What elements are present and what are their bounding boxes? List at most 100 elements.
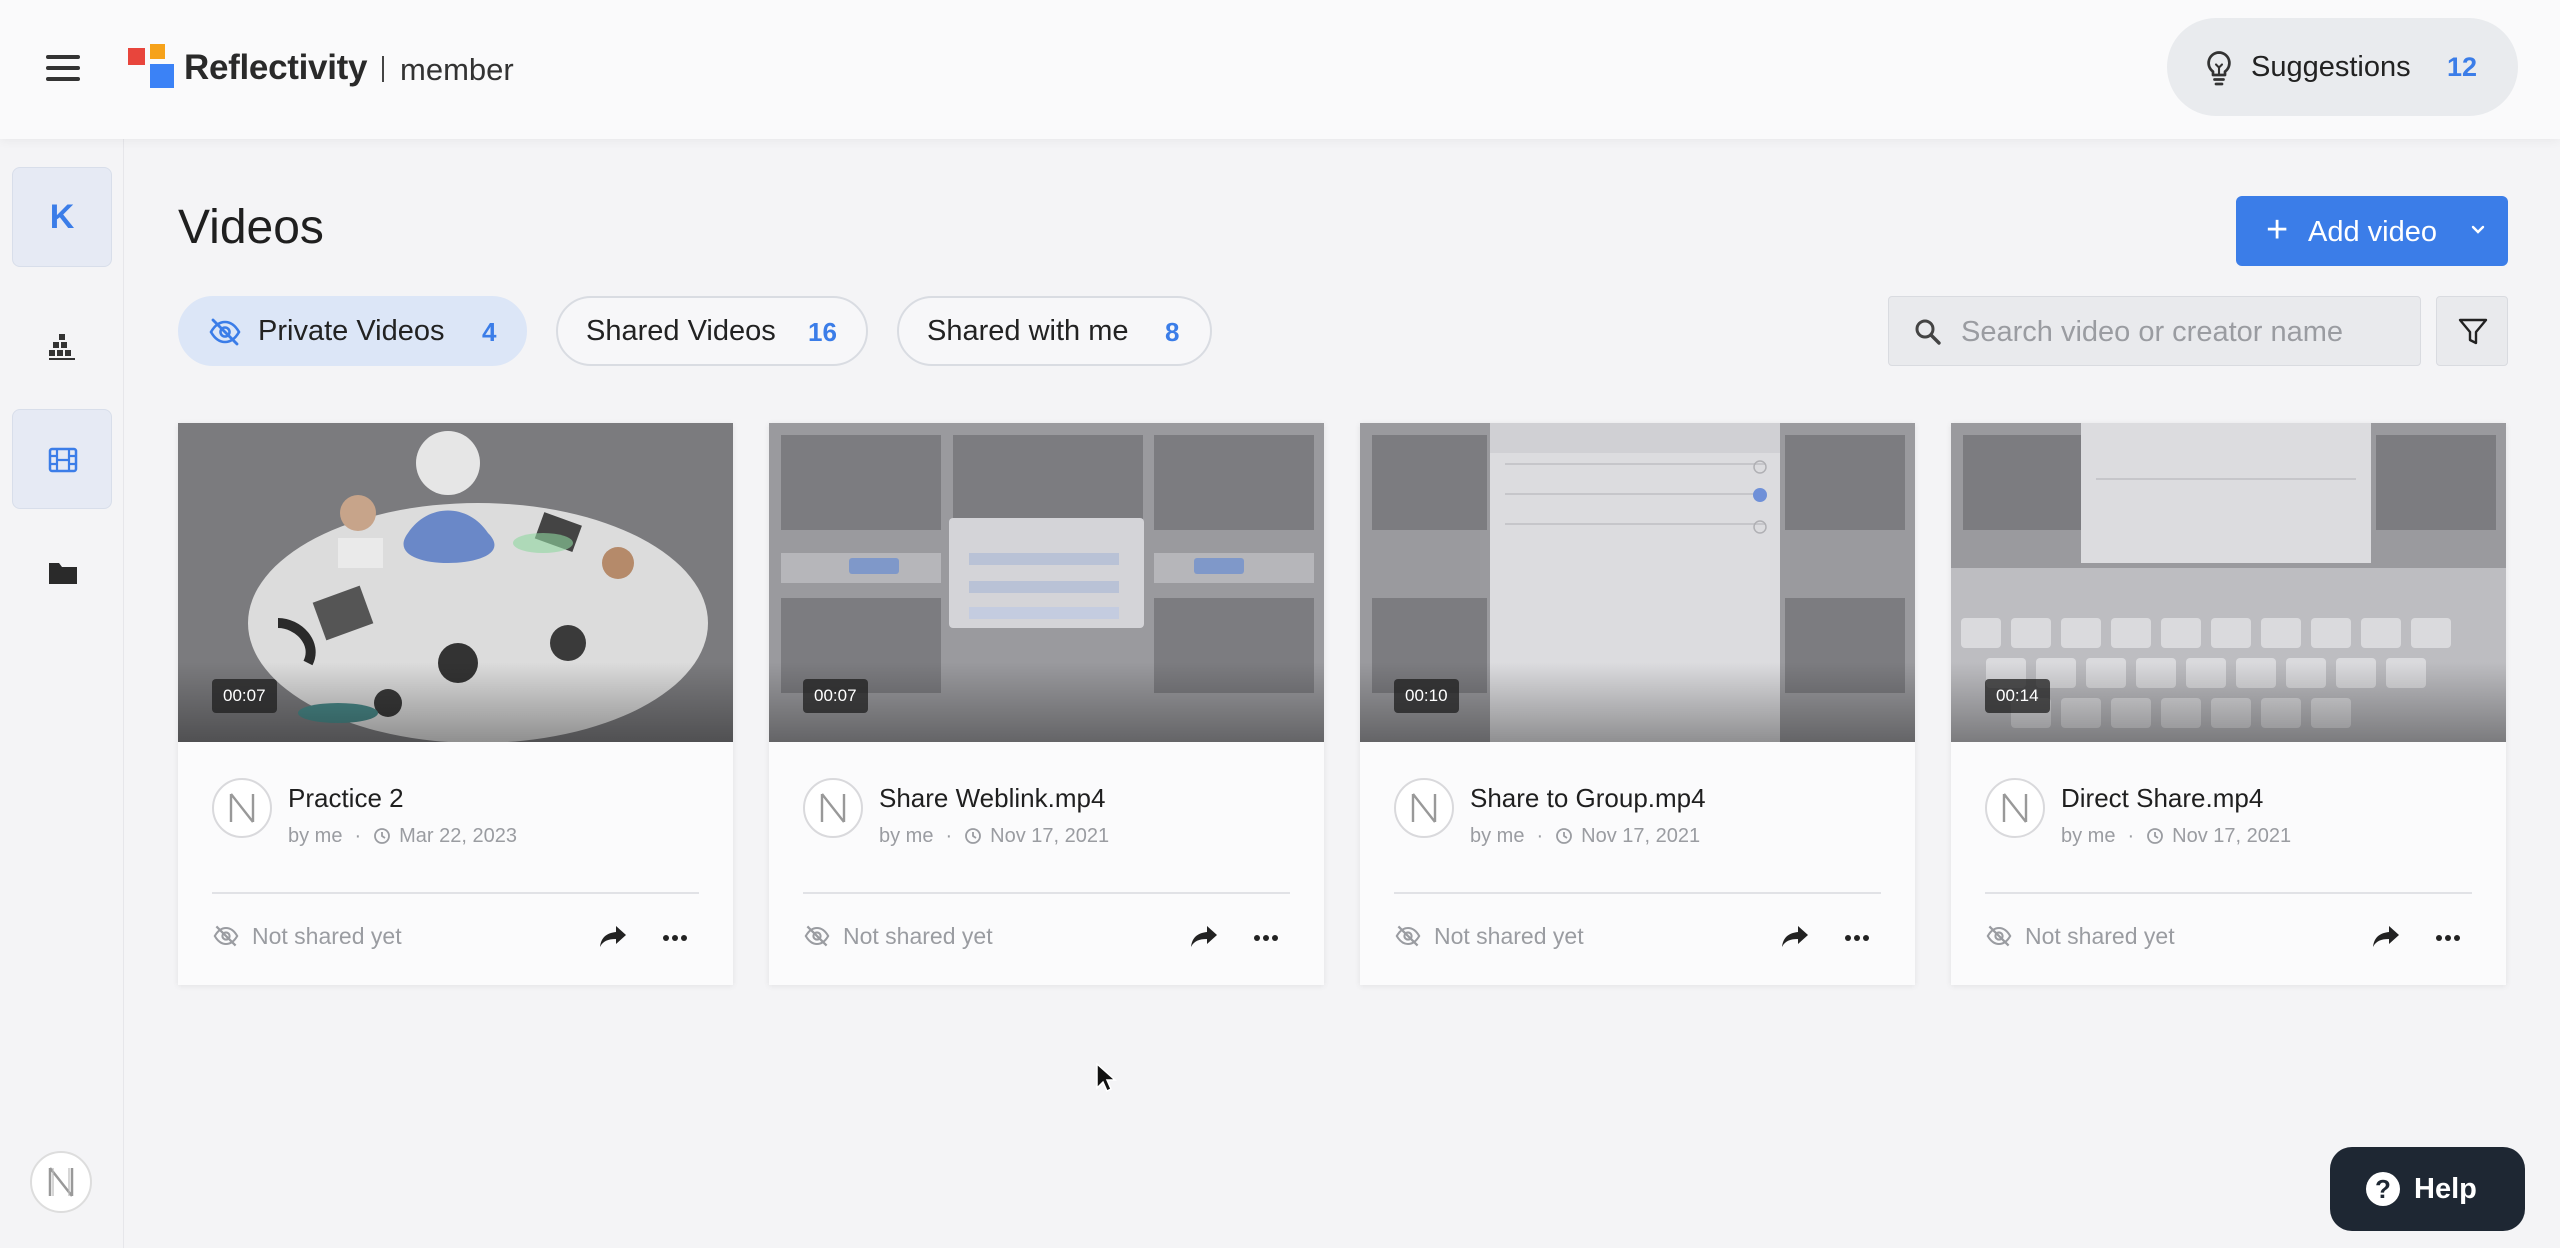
user-avatar[interactable] <box>30 1151 92 1213</box>
video-creator: by me <box>879 825 934 847</box>
help-label: Help <box>2414 1173 2477 1205</box>
tab-count: 8 <box>1165 317 1180 347</box>
video-title[interactable]: Direct Share.mp4 <box>2061 783 2263 814</box>
plus-icon: + <box>2266 209 2289 251</box>
suggestions-label: Suggestions <box>2251 51 2411 83</box>
sidebar-item-videos[interactable] <box>12 409 112 509</box>
eye-off-icon <box>1395 925 1421 947</box>
video-duration: 00:10 <box>1394 679 1459 713</box>
search-icon <box>1915 319 1941 345</box>
share-status-label: Not shared yet <box>252 923 402 949</box>
divider <box>803 892 1290 894</box>
tab-label: Private Videos <box>258 315 445 347</box>
clock-icon <box>374 828 391 844</box>
tab-shared-with-me[interactable]: Shared with me 8 <box>897 296 1212 366</box>
video-card: 00:10 Share to Group.mp4 by me · Nov 17, 2… <box>1360 423 1915 985</box>
search-input[interactable] <box>1961 307 2401 357</box>
sidebar-item-folders[interactable] <box>12 523 112 623</box>
video-meta: by me · Nov 17, 2021 <box>1470 825 1701 847</box>
tab-shared-videos[interactable]: Shared Videos 16 <box>556 296 868 366</box>
share-button[interactable] <box>598 923 632 953</box>
creator-avatar <box>803 778 863 838</box>
brand-name[interactable]: Reflectivity <box>184 48 367 88</box>
filter-button[interactable] <box>2436 296 2508 366</box>
share-button[interactable] <box>1780 923 1814 953</box>
tab-label: Shared Videos <box>586 315 776 347</box>
video-date: Mar 22, 2023 <box>399 825 517 847</box>
video-title[interactable]: Share to Group.mp4 <box>1470 783 1706 814</box>
user-role: member <box>400 52 514 87</box>
n-logo-icon <box>820 793 846 823</box>
suggestions-button[interactable]: Suggestions 12 <box>2167 18 2518 116</box>
search-box <box>1888 296 2421 366</box>
video-card: 00:07 Practice 2 by me · Mar 22, 2023 Not … <box>178 423 733 985</box>
add-video-button[interactable]: + Add video <box>2236 196 2508 266</box>
more-options-button[interactable] <box>1842 923 1876 953</box>
video-date: Nov 17, 2021 <box>990 825 1110 847</box>
workspace-initial: K <box>49 198 75 236</box>
top-header: Reflectivity member Suggestions 12 <box>0 0 2560 139</box>
video-card: 00:14 Direct Share.mp4 by me · Nov 17, 202… <box>1951 423 2506 985</box>
clock-icon <box>1556 828 1573 844</box>
more-icon <box>2436 935 2460 941</box>
eye-off-icon <box>209 318 241 346</box>
share-arrow-icon <box>1782 926 1808 947</box>
tab-count: 16 <box>808 317 837 347</box>
more-options-button[interactable] <box>660 923 694 953</box>
lightbulb-icon <box>2207 51 2231 86</box>
eye-off-icon <box>213 925 239 947</box>
video-duration: 00:07 <box>803 679 868 713</box>
bar-chart-icon <box>49 334 75 360</box>
video-thumbnail[interactable]: 00:07 <box>769 423 1324 742</box>
share-button[interactable] <box>2371 923 2405 953</box>
creator-avatar <box>212 778 272 838</box>
divider <box>1394 892 1881 894</box>
workspace-avatar[interactable]: K <box>12 167 112 267</box>
video-thumbnail[interactable]: 00:14 <box>1951 423 2506 742</box>
film-icon <box>48 447 78 473</box>
video-date: Nov 17, 2021 <box>1581 825 1701 847</box>
video-card: 00:07 Share Weblink.mp4 by me · Nov 17, 20… <box>769 423 1324 985</box>
share-status: Not shared yet <box>212 923 402 950</box>
help-button[interactable]: ? Help <box>2330 1147 2525 1231</box>
share-status: Not shared yet <box>1394 923 1584 950</box>
eye-off-icon <box>1986 925 2012 947</box>
share-status: Not shared yet <box>803 923 993 950</box>
video-meta: by me · Mar 22, 2023 <box>288 825 517 847</box>
more-options-button[interactable] <box>2433 923 2467 953</box>
tab-private-videos[interactable]: Private Videos 4 <box>178 296 527 366</box>
more-options-button[interactable] <box>1251 923 1285 953</box>
divider <box>212 892 699 894</box>
video-creator: by me <box>288 825 343 847</box>
sidebar-item-analytics[interactable] <box>12 297 112 397</box>
video-thumbnail[interactable]: 00:07 <box>178 423 733 742</box>
n-logo-icon <box>48 1167 74 1197</box>
question-icon: ? <box>2366 1172 2400 1206</box>
menu-icon[interactable] <box>46 55 80 81</box>
more-icon <box>1845 935 1869 941</box>
clock-icon <box>2147 828 2164 844</box>
video-duration: 00:07 <box>212 679 277 713</box>
video-title[interactable]: Share Weblink.mp4 <box>879 783 1105 814</box>
n-logo-icon <box>2002 793 2028 823</box>
creator-avatar <box>1394 778 1454 838</box>
share-status-label: Not shared yet <box>2025 923 2175 949</box>
n-logo-icon <box>1411 793 1437 823</box>
tab-count: 4 <box>482 317 497 347</box>
share-button[interactable] <box>1189 923 1223 953</box>
more-icon <box>1254 935 1278 941</box>
add-video-label: Add video <box>2308 216 2437 248</box>
clock-icon <box>965 828 982 844</box>
divider <box>1985 892 2472 894</box>
share-status: Not shared yet <box>1985 923 2175 950</box>
reflectivity-logo-icon[interactable] <box>128 44 178 90</box>
share-arrow-icon <box>1191 926 1217 947</box>
left-sidebar: K <box>0 139 124 1248</box>
video-title[interactable]: Practice 2 <box>288 783 404 814</box>
n-logo-icon <box>229 793 255 823</box>
more-icon <box>663 935 687 941</box>
share-arrow-icon <box>2373 926 2399 947</box>
video-thumbnail[interactable]: 00:10 <box>1360 423 1915 742</box>
filter-icon <box>2458 318 2488 345</box>
suggestions-count: 12 <box>2447 52 2478 82</box>
